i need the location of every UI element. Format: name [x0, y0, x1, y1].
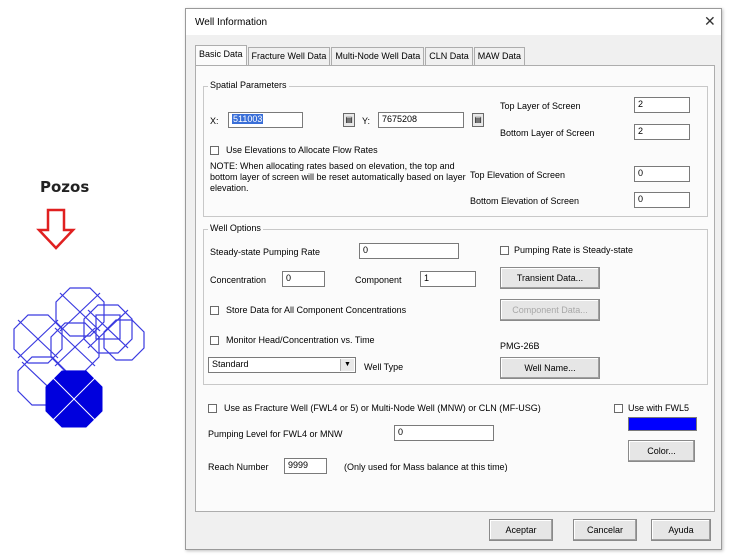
pumping-level-label: Pumping Level for FWL4 or MNW — [208, 429, 343, 439]
chevron-down-icon[interactable]: ▼ — [340, 359, 354, 371]
use-fwl5-label: Use with FWL5 — [628, 403, 690, 413]
pumping-level-input[interactable]: 0 — [394, 425, 494, 441]
tab-cln-data[interactable]: CLN Data — [425, 47, 473, 65]
well-information-dialog: Well Information ✕ Basic Data Fracture W… — [185, 8, 722, 550]
reach-number-label: Reach Number — [208, 462, 269, 472]
color-swatch — [628, 417, 697, 431]
well-octagon-top — [55, 287, 105, 337]
bottom-elevation-input[interactable]: 0 — [634, 192, 690, 208]
help-button[interactable]: Ayuda — [651, 519, 711, 541]
component-input[interactable]: 1 — [420, 271, 476, 287]
tab-multi-node-well-data[interactable]: Multi-Node Well Data — [331, 47, 425, 65]
component-label: Component — [355, 275, 402, 285]
close-icon[interactable]: ✕ — [704, 13, 716, 30]
component-data-button[interactable]: Component Data... — [500, 299, 600, 321]
bottom-layer-input[interactable]: 2 — [634, 124, 690, 140]
pumping-steady-checkbox[interactable] — [500, 246, 509, 255]
concentration-input[interactable]: 0 — [282, 271, 325, 287]
top-elevation-input[interactable]: 0 — [634, 166, 690, 182]
tab-bar: Basic Data Fracture Well Data Multi-Node… — [195, 45, 526, 65]
tab-maw-data[interactable]: MAW Data — [473, 47, 525, 65]
annotation-label: Pozos — [40, 178, 90, 196]
well-octagon-left — [13, 314, 63, 364]
pumping-steady-label: Pumping Rate is Steady-state — [514, 245, 634, 255]
bottom-layer-label: Bottom Layer of Screen — [500, 128, 595, 138]
well-name-button[interactable]: Well Name... — [500, 357, 600, 379]
well-type-select[interactable]: Standard ▼ — [208, 357, 356, 373]
pumping-rate-input[interactable]: 0 — [359, 243, 459, 259]
well-octagon-selected — [45, 370, 103, 428]
well-options-label: Well Options — [208, 223, 263, 233]
x-label: X: — [210, 116, 219, 126]
store-data-checkbox[interactable] — [210, 306, 219, 315]
fracture-well-checkbox[interactable] — [208, 404, 217, 413]
top-layer-label: Top Layer of Screen — [500, 101, 581, 111]
use-fwl5-checkbox[interactable] — [614, 404, 623, 413]
basic-data-panel: Spatial Parameters X: 511003 ▤ Y: 767520… — [195, 65, 715, 512]
tab-fracture-well-data[interactable]: Fracture Well Data — [247, 47, 331, 65]
pumping-rate-label: Steady-state Pumping Rate — [210, 247, 321, 257]
tab-basic-data[interactable]: Basic Data — [195, 45, 247, 65]
well-type-label: Well Type — [364, 362, 404, 372]
title-bar: Well Information ✕ — [186, 9, 721, 35]
down-arrow-icon — [36, 208, 76, 250]
well-id-label: PMG-26B — [500, 341, 540, 351]
elevation-note: NOTE: When allocating rates based on ele… — [210, 161, 466, 193]
top-layer-input[interactable]: 2 — [634, 97, 690, 113]
color-button[interactable]: Color... — [628, 440, 695, 462]
y-pick-icon[interactable]: ▤ — [472, 113, 484, 127]
well-octagon-far-right — [103, 319, 145, 361]
transient-data-button[interactable]: Transient Data... — [500, 267, 600, 289]
fracture-well-label: Use as Fracture Well (FWL4 or 5) or Mult… — [224, 403, 541, 413]
wells-graphic — [13, 287, 145, 428]
y-coordinate-input[interactable]: 7675208 — [378, 112, 464, 128]
use-elevations-checkbox[interactable] — [210, 146, 219, 155]
dialog-title: Well Information — [195, 17, 268, 28]
spatial-parameters-label: Spatial Parameters — [208, 80, 289, 90]
cancel-button[interactable]: Cancelar — [573, 519, 637, 541]
top-elevation-label: Top Elevation of Screen — [470, 170, 566, 180]
use-elevations-label: Use Elevations to Allocate Flow Rates — [226, 145, 378, 155]
bottom-elevation-label: Bottom Elevation of Screen — [470, 196, 580, 206]
accept-button[interactable]: Aceptar — [489, 519, 553, 541]
monitor-checkbox[interactable] — [210, 336, 219, 345]
reach-number-input[interactable]: 9999 — [284, 458, 327, 474]
reach-number-note: (Only used for Mass balance at this time… — [344, 462, 508, 472]
concentration-label: Concentration — [210, 275, 267, 285]
x-pick-icon[interactable]: ▤ — [343, 113, 355, 127]
y-label: Y: — [362, 116, 371, 126]
x-coordinate-input[interactable]: 511003 — [228, 112, 303, 128]
store-data-label: Store Data for All Component Concentrati… — [226, 305, 407, 315]
monitor-label: Monitor Head/Concentration vs. Time — [226, 335, 375, 345]
